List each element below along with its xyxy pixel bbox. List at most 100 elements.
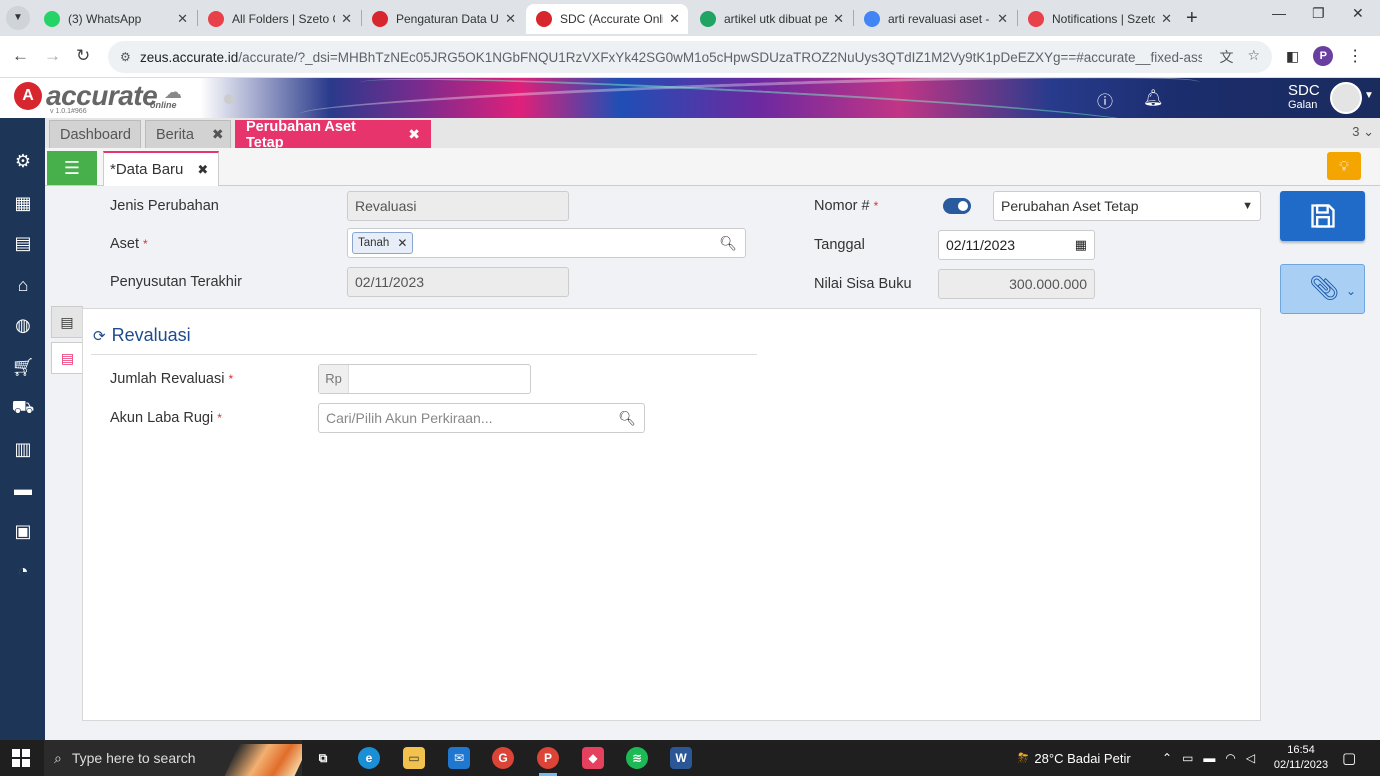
close-icon[interactable]: ✖ (197, 162, 208, 178)
chrome-g-icon[interactable]: G (492, 747, 514, 769)
notifications-icon[interactable]: ▢ (1342, 740, 1356, 776)
network-icon[interactable]: ▭ (1182, 751, 1193, 765)
nomor-select[interactable]: Perubahan Aset Tetap ▼ (993, 191, 1261, 221)
search-icon[interactable]: 🔍︎ (618, 410, 636, 427)
bookmark-star-icon[interactable]: ☆ (1247, 47, 1260, 67)
word-icon[interactable]: W (670, 747, 692, 769)
ledger-book-icon[interactable]: ▤ (10, 230, 36, 256)
volume-icon[interactable]: ◁ (1246, 751, 1255, 765)
tanggal-label: Tanggal (814, 237, 865, 253)
jumlah-revaluasi-input[interactable]: Rp (318, 364, 531, 394)
tab-perubahan-aset-tetap[interactable]: Perubahan Aset Tetap ✖ (235, 119, 431, 151)
detail-tab-revaluasi[interactable]: ▤ (51, 342, 83, 374)
detail-tab-info[interactable]: ▤ (51, 306, 83, 338)
profile-avatar[interactable]: P (1313, 46, 1334, 66)
sales-cart-icon[interactable]: 🛒︎ (10, 354, 36, 380)
tab-count-dropdown[interactable]: 3 ⌄ (1352, 124, 1374, 140)
close-icon[interactable]: ✖ (212, 126, 224, 143)
back-icon[interactable]: ← (12, 46, 29, 66)
user-info[interactable]: SDC Galan (1288, 82, 1320, 111)
minimize-icon[interactable]: — (1272, 5, 1286, 21)
aset-input[interactable]: Tanah ✕ 🔍︎ (347, 228, 746, 258)
taskbar-search[interactable]: ⌕ Type here to search (44, 740, 302, 776)
spotify-icon[interactable]: ≋ (626, 747, 648, 769)
purchase-cart-icon[interactable]: ⛟ (10, 394, 36, 420)
close-tab-icon[interactable]: ✕ (669, 11, 680, 27)
browser-tab[interactable]: artikel utk dibuat pe ✕ (690, 4, 852, 34)
reload-icon[interactable]: ↻ (76, 46, 90, 66)
save-button[interactable] (1280, 191, 1365, 241)
maximize-icon[interactable]: ❐ (1312, 5, 1325, 22)
app-header: A accurate ☁ online v 1.0.1#966 ⓘ 🔔︎ SDC… (0, 78, 1380, 118)
chevron-down-icon[interactable]: ▼ (1364, 90, 1374, 101)
edge-icon[interactable]: e (358, 747, 380, 769)
close-tab-icon[interactable]: ✕ (833, 11, 844, 27)
accurate-icon (372, 11, 388, 27)
tab-search-icon[interactable]: ▼ (6, 6, 30, 30)
site-info-icon[interactable]: ⚙ (120, 50, 140, 64)
browser-tab[interactable]: All Folders | Szeto C ✕ (198, 4, 360, 34)
lightbulb-icon[interactable]: 💡︎ (1327, 152, 1361, 180)
browser-tab[interactable]: Pengaturan Data Us ✕ (362, 4, 524, 34)
mail-icon[interactable]: ✉ (448, 747, 470, 769)
bell-icon[interactable]: 🔔︎ (1143, 88, 1163, 108)
settings-gear-icon[interactable]: ⚙ (10, 148, 36, 174)
bank-icon[interactable]: ⌂ (10, 272, 36, 298)
browser-tab[interactable]: Notifications | Szeto ✕ (1018, 4, 1180, 34)
browser-tab[interactable]: arti revaluasi aset - ✕ (854, 4, 1016, 34)
browser-menu-icon[interactable]: ⋮ (1347, 46, 1363, 66)
new-tab-button[interactable]: + (1186, 6, 1198, 30)
weather-widget[interactable]: ⛈ 28°C Badai Petir (1018, 740, 1131, 776)
browser-tab[interactable]: (3) WhatsApp ✕ (34, 4, 196, 34)
user-avatar[interactable] (1330, 82, 1362, 114)
tax-icon[interactable]: ▣ (10, 518, 36, 544)
close-window-icon[interactable]: ✕ (1352, 5, 1364, 22)
close-tab-icon[interactable]: ✕ (997, 11, 1008, 27)
attachment-button[interactable]: 📎︎ ⌄ (1280, 264, 1365, 314)
chevron-up-icon[interactable]: ⌃ (1162, 751, 1172, 765)
browser-tab[interactable]: SDC (Accurate Onlin ✕ (526, 4, 688, 34)
battery-icon[interactable]: ▬ (1203, 751, 1215, 765)
tanggal-input[interactable]: 02/11/2023 ▦ (938, 230, 1095, 260)
translate-icon[interactable]: 文 (1219, 47, 1233, 67)
jenis-perubahan-field[interactable]: Revaluasi (347, 191, 569, 221)
left-sidebar: ⚙ ▦ ▤ ⌂ ◍ 🛒︎ ⛟ ▥ ▬ ▣ ◔ (0, 118, 45, 740)
search-icon[interactable]: 🔍︎ (719, 235, 737, 252)
tab-separator (361, 10, 362, 26)
tab-dashboard[interactable]: Dashboard (49, 120, 141, 148)
remove-chip-icon[interactable]: ✕ (397, 236, 407, 250)
nilai-sisa-buku-field[interactable]: 300.000.000 (938, 269, 1095, 299)
jenis-perubahan-label: Jenis Perubahan (110, 198, 219, 214)
fixed-asset-icon[interactable]: ▬ (10, 476, 36, 502)
close-tab-icon[interactable]: ✕ (505, 11, 516, 27)
taskbar-clock[interactable]: 16:54 02/11/2023 (1270, 743, 1332, 773)
calendar-icon[interactable]: ▦ (1075, 237, 1087, 253)
photos-icon[interactable]: ◆ (582, 747, 604, 769)
app-version: v 1.0.1#966 (50, 108, 87, 115)
tab-berita[interactable]: Berita ✖ (145, 120, 231, 148)
tab-separator (1017, 10, 1018, 26)
tab-data-baru[interactable]: *Data Baru ✖ (103, 151, 220, 186)
close-tab-icon[interactable]: ✕ (341, 11, 352, 27)
list-view-button[interactable]: ☰ (47, 151, 97, 185)
akun-laba-rugi-input[interactable]: Cari/Pilih Akun Perkiraan... 🔍︎ (318, 403, 645, 433)
report-chart-icon[interactable]: ◔ (10, 558, 36, 584)
help-icon[interactable]: ⓘ (1097, 88, 1113, 112)
wifi-icon[interactable]: ◠ (1225, 751, 1235, 765)
chrome-p-icon[interactable]: P (537, 747, 559, 769)
sidepanel-icon[interactable]: ◧ (1286, 48, 1299, 65)
url-input[interactable]: ⚙ zeus.accurate.id/accurate/?_dsi=MHBhTz… (108, 41, 1272, 73)
inventory-icon[interactable]: ▥ (10, 436, 36, 462)
penyusutan-terakhir-field[interactable]: 02/11/2023 (347, 267, 569, 297)
windows-start-icon[interactable] (12, 749, 30, 767)
task-view-icon[interactable]: ⧉ (312, 747, 334, 769)
file-explorer-icon[interactable]: ▭ (403, 747, 425, 769)
close-tab-icon[interactable]: ✕ (177, 11, 188, 27)
auto-number-toggle[interactable] (943, 198, 971, 214)
revaluasi-panel: ⟳ Revaluasi Jumlah Revaluasi * Rp Akun La… (82, 308, 1261, 721)
close-icon[interactable]: ✖ (408, 126, 420, 143)
close-tab-icon[interactable]: ✕ (1161, 11, 1172, 27)
company-building-icon[interactable]: ▦ (10, 190, 36, 216)
cash-bag-icon[interactable]: ◍ (10, 312, 36, 338)
forward-icon[interactable]: → (44, 46, 61, 66)
